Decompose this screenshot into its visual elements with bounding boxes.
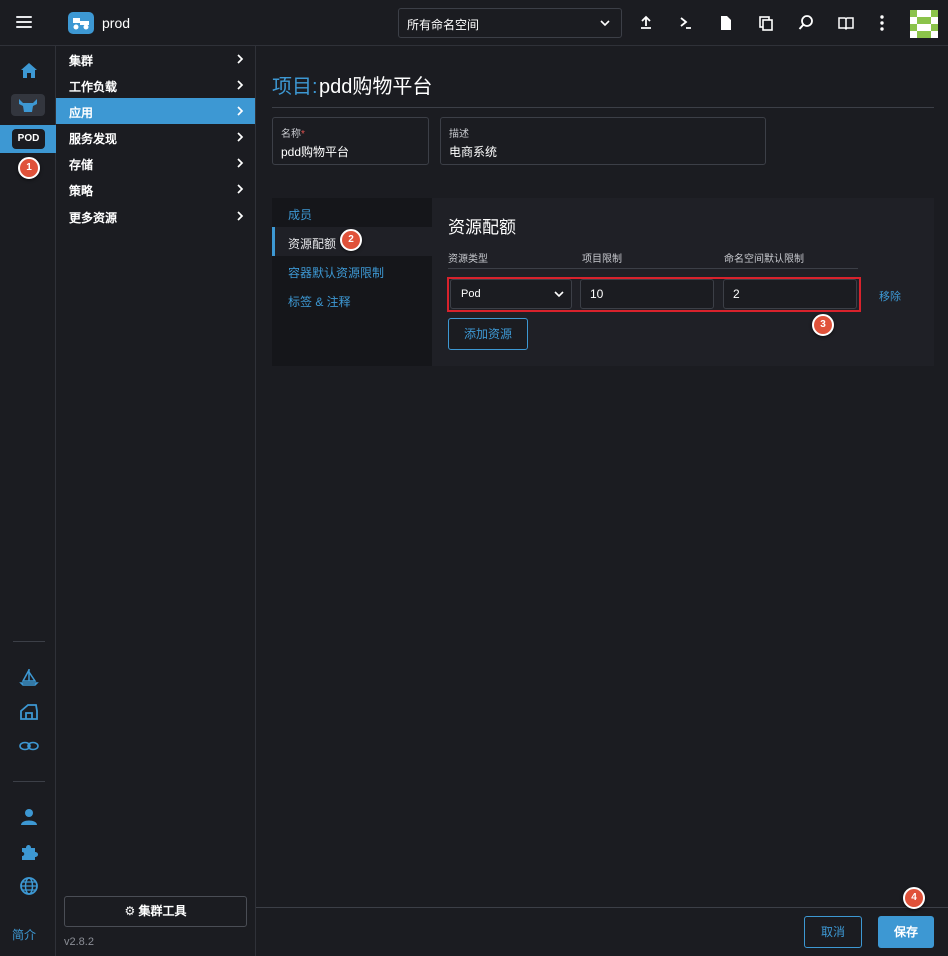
extension-icon[interactable] — [18, 841, 40, 863]
copy-icon[interactable] — [756, 13, 776, 33]
chevron-right-icon — [235, 182, 245, 199]
step-marker-1: 1 — [18, 157, 40, 179]
name-field-label: 名称* — [281, 129, 305, 140]
cluster-badge-icon[interactable] — [11, 94, 45, 116]
name-field[interactable]: 名称* pdd购物平台 — [272, 117, 429, 165]
cluster-tools-button[interactable]: ⚙ 集群工具 — [64, 896, 247, 927]
nav-item-label: 工作负载 — [69, 80, 118, 94]
tab-label: 资源配额 — [288, 237, 337, 251]
add-resource-button[interactable]: 添加资源 — [448, 318, 528, 350]
tab-label: 容器默认资源限制 — [288, 266, 385, 280]
home-icon[interactable] — [18, 60, 40, 82]
chevron-right-icon — [235, 209, 245, 226]
description-field[interactable]: 描述 电商系统 — [440, 117, 766, 165]
version-label: v2.8.2 — [64, 936, 94, 948]
chevron-right-icon — [235, 52, 245, 69]
nav-item-service-discovery[interactable]: 服务发现 — [56, 124, 255, 150]
nav-item-more-resources[interactable]: 更多资源 — [56, 203, 255, 229]
namespace-select[interactable]: 所有命名空间 — [398, 8, 622, 38]
rail-divider — [13, 781, 45, 782]
fleet-icon[interactable] — [18, 701, 40, 723]
cluster-logo-icon — [68, 12, 94, 34]
namespace-select-value: 所有命名空间 — [407, 18, 480, 32]
nav-item-storage[interactable]: 存储 — [56, 150, 255, 176]
gear-icon: ⚙ — [124, 904, 136, 918]
nav-item-cluster[interactable]: 集群 — [56, 46, 255, 72]
tab-labels-annotations[interactable]: 标签 & 注释 — [272, 285, 432, 314]
page-title: pdd购物平台 — [319, 76, 433, 98]
chevron-right-icon — [235, 78, 245, 95]
cluster-name: prod — [102, 15, 131, 31]
description-field-label: 描述 — [449, 129, 469, 140]
nav-item-label: 服务发现 — [69, 132, 118, 146]
step-marker-2: 2 — [340, 229, 362, 251]
user-icon[interactable] — [18, 806, 40, 828]
highlight-box — [447, 277, 861, 312]
remove-button[interactable]: 移除 — [879, 288, 901, 304]
active-tab-indicator — [272, 227, 275, 256]
page-title-prefix: 项目: — [272, 76, 318, 98]
save-button[interactable]: 保存 — [878, 916, 934, 948]
nav-item-label: 应用 — [69, 106, 94, 120]
nav-item-label: 更多资源 — [69, 211, 118, 225]
network-icon[interactable] — [18, 735, 40, 757]
tab-container-default-limits[interactable]: 容器默认资源限制 — [272, 256, 432, 285]
nav-item-label: 策略 — [69, 184, 94, 198]
cancel-button[interactable]: 取消 — [804, 916, 862, 948]
upload-icon[interactable] — [636, 13, 656, 33]
user-avatar[interactable] — [910, 10, 938, 38]
column-header-namespace-default-limit: 命名空间默认限制 — [724, 254, 804, 265]
step-marker-4: 4 — [903, 887, 925, 909]
column-header-resource-type: 资源类型 — [448, 254, 488, 265]
chevron-down-icon — [599, 16, 611, 33]
helm-icon[interactable] — [18, 666, 40, 688]
hamburger-menu-icon[interactable] — [14, 13, 34, 33]
more-vert-icon[interactable] — [872, 13, 892, 33]
tab-members[interactable]: 成员 — [272, 198, 432, 227]
cluster-tools-label: 集群工具 — [138, 904, 187, 918]
step-marker-3: 3 — [812, 314, 834, 336]
name-field-value: pdd购物平台 — [281, 145, 350, 159]
nav-item-label: 存储 — [69, 158, 94, 172]
header-divider — [448, 268, 858, 269]
nav-item-workloads[interactable]: 工作负载 — [56, 72, 255, 98]
tab-label: 成员 — [288, 208, 313, 222]
intro-link[interactable]: 简介 — [12, 926, 36, 943]
side-nav: 集群 工作负载 应用 服务发现 存储 策略 更多资源 — [56, 46, 256, 956]
nav-item-apps[interactable]: 应用 — [56, 98, 255, 124]
file-icon[interactable] — [716, 13, 736, 33]
required-marker: * — [301, 129, 305, 140]
terminal-icon[interactable] — [676, 13, 696, 33]
tab-label: 标签 & 注释 — [288, 295, 351, 309]
footer-divider — [256, 907, 948, 908]
chevron-right-icon — [235, 104, 245, 121]
chevron-right-icon — [235, 156, 245, 173]
title-divider — [272, 107, 934, 108]
globe-icon[interactable] — [18, 875, 40, 897]
book-icon[interactable] — [836, 13, 856, 33]
nav-item-policy[interactable]: 策略 — [56, 176, 255, 202]
search-icon[interactable] — [796, 13, 816, 33]
chevron-right-icon — [235, 130, 245, 147]
resource-quota-heading: 资源配额 — [448, 218, 516, 237]
vertical-tabs: 成员 资源配额 容器默认资源限制 标签 & 注释 — [272, 198, 432, 366]
rail-divider — [13, 641, 45, 642]
nav-item-label: 集群 — [69, 54, 94, 68]
description-field-value: 电商系统 — [449, 145, 498, 159]
column-header-project-limit: 项目限制 — [582, 254, 622, 265]
pod-cluster-badge[interactable]: POD — [12, 129, 45, 149]
